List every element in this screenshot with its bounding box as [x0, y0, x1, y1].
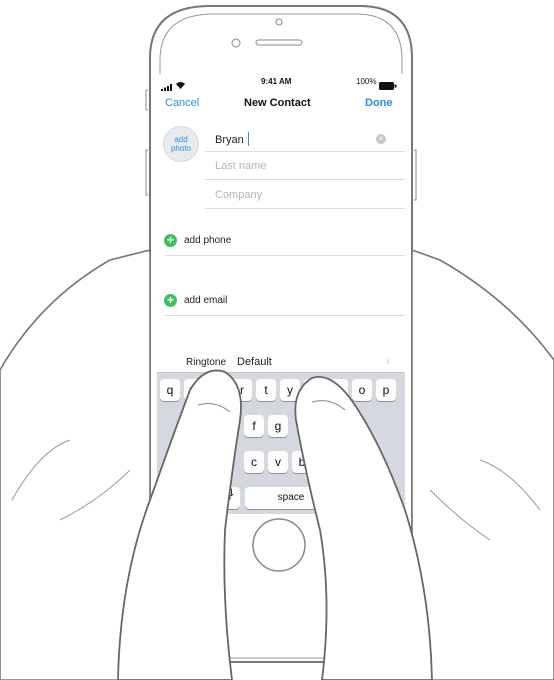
last-name-field[interactable]: Last name — [215, 160, 266, 172]
key-i[interactable]: i — [328, 379, 348, 401]
battery-percent: 100% — [356, 77, 377, 86]
keyboard: q w e r t y u i o p f g c v b space — [157, 372, 405, 514]
plus-icon: + — [164, 294, 177, 307]
key-r[interactable]: r — [232, 379, 252, 401]
space-key[interactable]: space — [245, 487, 337, 509]
plus-icon: + — [164, 234, 177, 247]
key-w[interactable]: w — [184, 379, 204, 401]
divider — [165, 315, 405, 316]
side-button — [145, 89, 148, 111]
battery-icon — [379, 77, 397, 95]
key-c[interactable]: c — [244, 451, 264, 473]
divider — [205, 179, 405, 180]
status-time: 9:41 AM — [261, 77, 292, 86]
avatar-line2: photo — [170, 144, 192, 153]
ringtone-value: Default — [237, 356, 272, 368]
clear-icon[interactable]: × — [376, 134, 386, 144]
divider — [205, 208, 405, 209]
key-u[interactable]: u — [304, 379, 324, 401]
divider — [165, 255, 405, 256]
avatar-line1: add — [174, 135, 188, 144]
divider — [205, 151, 405, 152]
ringtone-label: Ringtone — [186, 357, 227, 368]
first-name-field[interactable]: Bryan — [215, 134, 244, 146]
key-v[interactable]: v — [268, 451, 288, 473]
key-b[interactable]: b — [292, 451, 312, 473]
key-o[interactable]: o — [352, 379, 372, 401]
add-email-label: add email — [184, 295, 228, 306]
volume-button — [145, 149, 148, 196]
mic-icon — [226, 488, 234, 503]
chevron-right-icon: › — [386, 354, 390, 368]
key-e[interactable]: e — [208, 379, 228, 401]
phone-screen: 9:41 AM 100% Cancel New Contact Done add… — [157, 74, 405, 514]
add-phone-label: add phone — [184, 235, 232, 246]
text-cursor — [248, 132, 249, 146]
right-hand — [411, 248, 554, 680]
key-f[interactable]: f — [244, 415, 264, 437]
key-q[interactable]: q — [160, 379, 180, 401]
key-t[interactable]: t — [256, 379, 276, 401]
key-g[interactable]: g — [268, 415, 288, 437]
key-y[interactable]: y — [280, 379, 300, 401]
signal-icon — [161, 78, 177, 96]
done-button[interactable]: Done — [365, 97, 393, 109]
wifi-icon — [176, 76, 185, 94]
mic-key[interactable] — [220, 487, 240, 509]
key-p[interactable]: p — [376, 379, 396, 401]
company-field[interactable]: Company — [215, 189, 262, 201]
power-button — [414, 149, 417, 201]
page-title: New Contact — [244, 97, 311, 109]
add-photo-button[interactable]: add photo — [163, 126, 199, 162]
left-hand — [0, 248, 151, 680]
cancel-button[interactable]: Cancel — [165, 97, 199, 109]
